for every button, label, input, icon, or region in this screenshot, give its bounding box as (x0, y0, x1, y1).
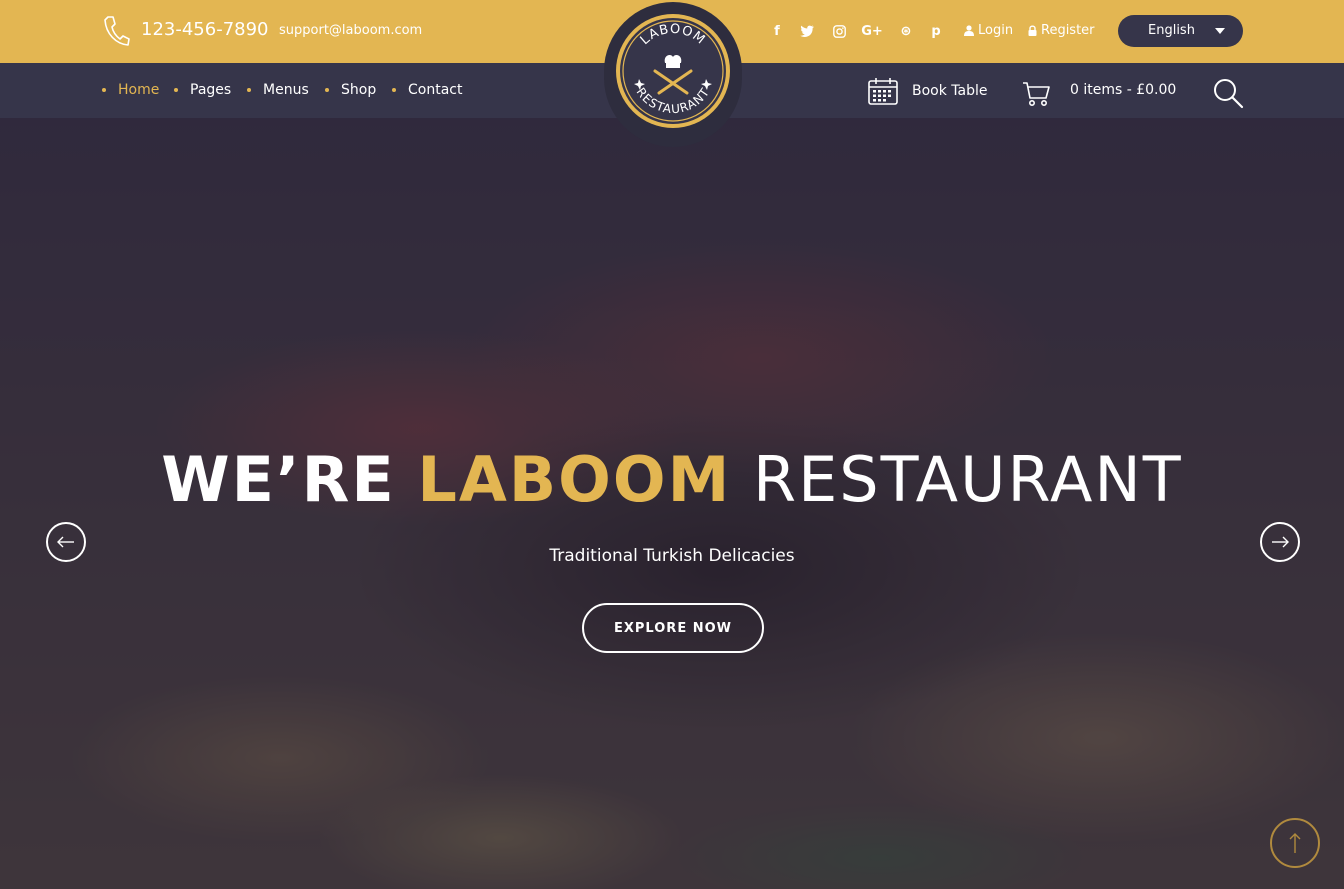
cart-button[interactable]: 0 items - £0.00 (1022, 80, 1176, 108)
facebook-icon[interactable]: f (770, 22, 784, 40)
arrow-left-icon (57, 536, 74, 548)
cart-icon (1023, 82, 1050, 106)
hero-slider: WE’RE LABOOM RESTAURANT Traditional Turk… (0, 118, 1344, 889)
nav-bullet (174, 88, 178, 92)
language-label: English (1148, 23, 1195, 38)
slider-next-button[interactable] (1260, 522, 1300, 562)
nav-item-label: Menus (263, 82, 309, 98)
nav-bullet (325, 88, 329, 92)
cart-summary: 0 items - £0.00 (1070, 82, 1177, 98)
dribbble-icon[interactable]: ⊛ (897, 22, 915, 40)
nav-item-contact[interactable]: Contact (392, 82, 462, 98)
nav-item-label: Pages (190, 82, 232, 98)
calendar-icon (868, 78, 898, 105)
search-icon[interactable] (1212, 77, 1244, 109)
phone-number[interactable]: 123-456-7890 (141, 19, 269, 40)
google-plus-icon[interactable]: G+ (861, 22, 883, 40)
hero-title-part2: LABOOM (417, 443, 732, 516)
language-select[interactable]: English (1118, 15, 1243, 47)
hero-title-part1: WE’RE (161, 443, 396, 516)
back-to-top-button[interactable] (1270, 818, 1320, 868)
hero-title: WE’RE LABOOM RESTAURANT (0, 443, 1344, 516)
nav-item-home[interactable]: Home (102, 82, 159, 98)
nav-item-shop[interactable]: Shop (325, 82, 376, 98)
twitter-icon[interactable] (798, 22, 816, 40)
phone-icon (104, 16, 130, 46)
register-label: Register (1041, 23, 1095, 38)
arrow-up-icon (1289, 833, 1301, 853)
nav-bullet (392, 88, 396, 92)
hero-title-part3: RESTAURANT (752, 443, 1183, 516)
user-icon (964, 25, 974, 36)
nav-item-pages[interactable]: Pages (174, 82, 231, 98)
support-email[interactable]: support@laboom.com (279, 23, 422, 38)
pinterest-icon[interactable]: p (928, 22, 944, 40)
hero-subtitle: Traditional Turkish Delicacies (549, 546, 795, 566)
instagram-icon[interactable] (830, 22, 848, 40)
register-link[interactable]: Register (1028, 23, 1095, 38)
slider-prev-button[interactable] (46, 522, 86, 562)
nav-bullet (247, 88, 251, 92)
lock-icon (1028, 25, 1037, 36)
nav-item-label: Shop (341, 82, 377, 98)
login-label: Login (978, 23, 1014, 38)
chevron-down-icon (1215, 28, 1225, 34)
book-table-button[interactable]: Book Table (868, 77, 988, 105)
book-table-label: Book Table (912, 83, 988, 99)
logo-emblem: LABOOM RESTAURANT (616, 14, 730, 128)
nav-item-label: Home (118, 82, 160, 98)
nav-item-menus[interactable]: Menus (247, 82, 309, 98)
nav-item-label: Contact (408, 82, 463, 98)
login-link[interactable]: Login (964, 23, 1013, 38)
nav-bullet (102, 88, 106, 92)
arrow-right-icon (1272, 536, 1289, 548)
explore-now-button[interactable]: EXPLORE NOW (582, 603, 764, 653)
site-logo[interactable]: LABOOM RESTAURANT (604, 2, 742, 147)
